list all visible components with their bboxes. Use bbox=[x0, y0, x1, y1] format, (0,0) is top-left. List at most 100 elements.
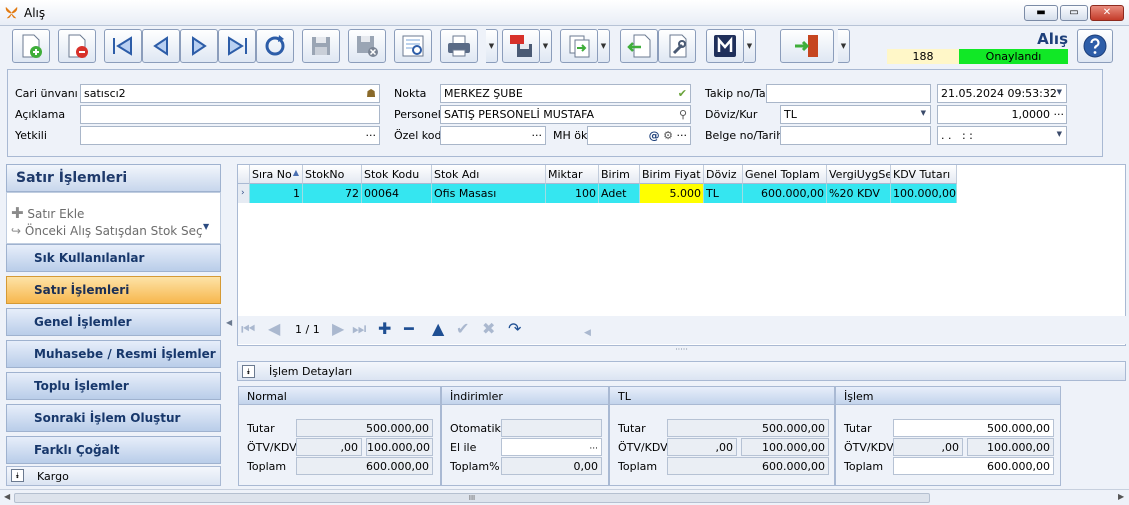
maximize-button[interactable]: ▭ bbox=[1060, 5, 1088, 21]
group-satir-islemleri[interactable]: Satır İşlemleri bbox=[6, 276, 221, 304]
nokta-field[interactable]: MERKEZ ŞUBE ✔ bbox=[440, 84, 691, 103]
aciklama-field[interactable] bbox=[80, 105, 380, 124]
grid-cell[interactable]: TL bbox=[704, 184, 743, 203]
first-page-icon[interactable]: ⏮ bbox=[241, 321, 255, 337]
splitter-arrow-icon[interactable]: ◀ bbox=[226, 318, 232, 327]
personel-field[interactable]: SATIŞ PERSONELİ MUSTAFA ⚲ bbox=[440, 105, 691, 124]
ellipsis-icon[interactable]: ··· bbox=[366, 129, 377, 142]
el-ile-field[interactable]: ··· bbox=[501, 438, 602, 456]
chevron-down-icon[interactable]: ▼ bbox=[921, 109, 926, 117]
m-module-dropdown[interactable]: ▼ bbox=[744, 29, 756, 63]
group-toplu-islemler[interactable]: Toplu İşlemler bbox=[6, 372, 221, 400]
column-header[interactable]: Döviz bbox=[704, 165, 743, 184]
horizontal-scrollbar[interactable]: ◀ III ▶ bbox=[0, 489, 1129, 505]
column-header[interactable]: Genel Toplam bbox=[743, 165, 827, 184]
print-button[interactable] bbox=[440, 29, 478, 63]
new-document-button[interactable] bbox=[12, 29, 50, 63]
kargo-bar[interactable]: ⯯ Kargo bbox=[6, 466, 221, 486]
grid-cell[interactable]: 1 bbox=[250, 184, 303, 203]
column-header[interactable]: Birim Fiyat bbox=[640, 165, 704, 184]
collapse-icon[interactable]: ⯯ bbox=[11, 469, 24, 482]
takip-no-field[interactable] bbox=[766, 84, 931, 103]
copy-export-dropdown[interactable]: ▼ bbox=[598, 29, 610, 63]
column-header[interactable]: StokNo bbox=[303, 165, 362, 184]
remove-row-icon[interactable]: ━ bbox=[404, 321, 414, 337]
column-header[interactable]: Miktar bbox=[546, 165, 599, 184]
rate-field[interactable]: 1,0000 ··· bbox=[937, 105, 1067, 124]
grid-cell[interactable]: Adet bbox=[599, 184, 640, 203]
person-search-icon[interactable]: ⚲ bbox=[679, 108, 687, 121]
ellipsis-icon[interactable]: ··· bbox=[532, 129, 543, 142]
exit-dropdown[interactable]: ▼ bbox=[838, 29, 850, 63]
scroll-left-icon[interactable]: ◀ bbox=[584, 325, 591, 341]
belge-date-field[interactable]: . . : : ▼ bbox=[937, 126, 1067, 145]
splitter-handle[interactable]: ····· bbox=[237, 346, 1126, 358]
column-header[interactable]: Stok Kodu bbox=[362, 165, 432, 184]
group-sik-kullanilanlar[interactable]: Sık Kullanılanlar bbox=[6, 244, 221, 272]
people-icon[interactable]: ☗ bbox=[366, 87, 376, 100]
details-header[interactable]: ⯯ İşlem Detayları bbox=[237, 361, 1126, 381]
last-record-button[interactable] bbox=[218, 29, 256, 63]
delete-document-button[interactable] bbox=[58, 29, 96, 63]
column-header[interactable]: VergiUygSet bbox=[827, 165, 891, 184]
grid-cell[interactable]: 5.000 bbox=[640, 184, 704, 203]
satir-ekle-task[interactable]: ✚ Satır Ekle bbox=[11, 204, 84, 222]
group-sonraki-islem[interactable]: Sonraki İşlem Oluştur bbox=[6, 404, 221, 432]
move-up-icon[interactable]: ▲ bbox=[432, 321, 444, 337]
save-button[interactable] bbox=[302, 29, 340, 63]
import-button[interactable] bbox=[620, 29, 658, 63]
column-header[interactable]: Sıra No ▲ bbox=[250, 165, 303, 184]
currency-select[interactable]: TL ▼ bbox=[780, 105, 931, 124]
scroll-left-icon[interactable]: ◀ bbox=[4, 492, 10, 501]
next-page-icon[interactable]: ▶ bbox=[332, 321, 344, 337]
column-header[interactable]: Stok Adı bbox=[432, 165, 546, 184]
takip-date-field[interactable]: 21.05.2024 09:53:32 ▼ bbox=[937, 84, 1067, 103]
belge-no-field[interactable] bbox=[780, 126, 931, 145]
add-row-icon[interactable]: ✚ bbox=[378, 321, 391, 337]
chevron-down-icon[interactable]: ▼ bbox=[1057, 130, 1062, 138]
pdf-export-button[interactable] bbox=[502, 29, 540, 63]
previous-record-button[interactable] bbox=[142, 29, 180, 63]
confirm-icon[interactable]: ✔ bbox=[456, 321, 469, 337]
group-genel-islemler[interactable]: Genel İşlemler bbox=[6, 308, 221, 336]
preview-button[interactable] bbox=[394, 29, 432, 63]
collapse-icon[interactable]: ⯯ bbox=[242, 365, 255, 378]
ozel-kod-field[interactable]: ··· bbox=[440, 126, 546, 145]
ellipsis-icon[interactable]: ··· bbox=[1054, 108, 1065, 121]
group-farkli-cogalt[interactable]: Farklı Çoğalt bbox=[6, 436, 221, 464]
at-email-icon[interactable]: @ ⚙ ··· bbox=[649, 129, 687, 142]
first-record-button[interactable] bbox=[104, 29, 142, 63]
mh-ok-field[interactable]: @ ⚙ ··· bbox=[587, 126, 691, 145]
grid-cell[interactable]: 100 bbox=[546, 184, 599, 203]
grid-cell[interactable]: 72 bbox=[303, 184, 362, 203]
ellipsis-icon[interactable]: ··· bbox=[589, 444, 598, 454]
pdf-dropdown[interactable]: ▼ bbox=[540, 29, 552, 63]
grid-cell[interactable]: 00064 bbox=[362, 184, 432, 203]
refresh-button[interactable] bbox=[256, 29, 294, 63]
grid-cell[interactable]: Ofis Masası bbox=[432, 184, 546, 203]
grid-cell[interactable]: 600.000,00 bbox=[743, 184, 827, 203]
tools-button[interactable] bbox=[658, 29, 696, 63]
yetkili-field[interactable]: ··· bbox=[80, 126, 380, 145]
save-close-button[interactable] bbox=[348, 29, 386, 63]
close-button[interactable]: ✕ bbox=[1090, 5, 1124, 21]
scroll-right-icon[interactable]: ▶ bbox=[1118, 492, 1124, 501]
help-button[interactable] bbox=[1077, 29, 1113, 63]
chevron-down-icon[interactable]: ▼ bbox=[1057, 88, 1062, 96]
chevron-down-icon[interactable]: ▼ bbox=[203, 222, 209, 231]
onceki-alis-task[interactable]: ↪ Önceki Alış Satışdan Stok Seç bbox=[11, 224, 203, 238]
grid-cell[interactable]: %20 KDV bbox=[827, 184, 891, 203]
cari-unvani-field[interactable]: satıscı2 ☗ bbox=[80, 84, 380, 103]
cancel-icon[interactable]: ✖ bbox=[482, 321, 495, 337]
minimize-button[interactable]: ▬ bbox=[1024, 5, 1058, 21]
print-dropdown[interactable]: ▼ bbox=[486, 29, 498, 63]
m-module-button[interactable] bbox=[706, 29, 744, 63]
exit-button[interactable] bbox=[780, 29, 834, 63]
group-muhasebe[interactable]: Muhasebe / Resmi İşlemler bbox=[6, 340, 221, 368]
grid-cell[interactable]: 100.000,00 bbox=[891, 184, 957, 203]
copy-export-button[interactable] bbox=[560, 29, 598, 63]
next-record-button[interactable] bbox=[180, 29, 218, 63]
check-icon[interactable]: ✔ bbox=[678, 87, 687, 100]
column-header[interactable]: Birim bbox=[599, 165, 640, 184]
undo-icon[interactable]: ↷ bbox=[508, 321, 521, 337]
